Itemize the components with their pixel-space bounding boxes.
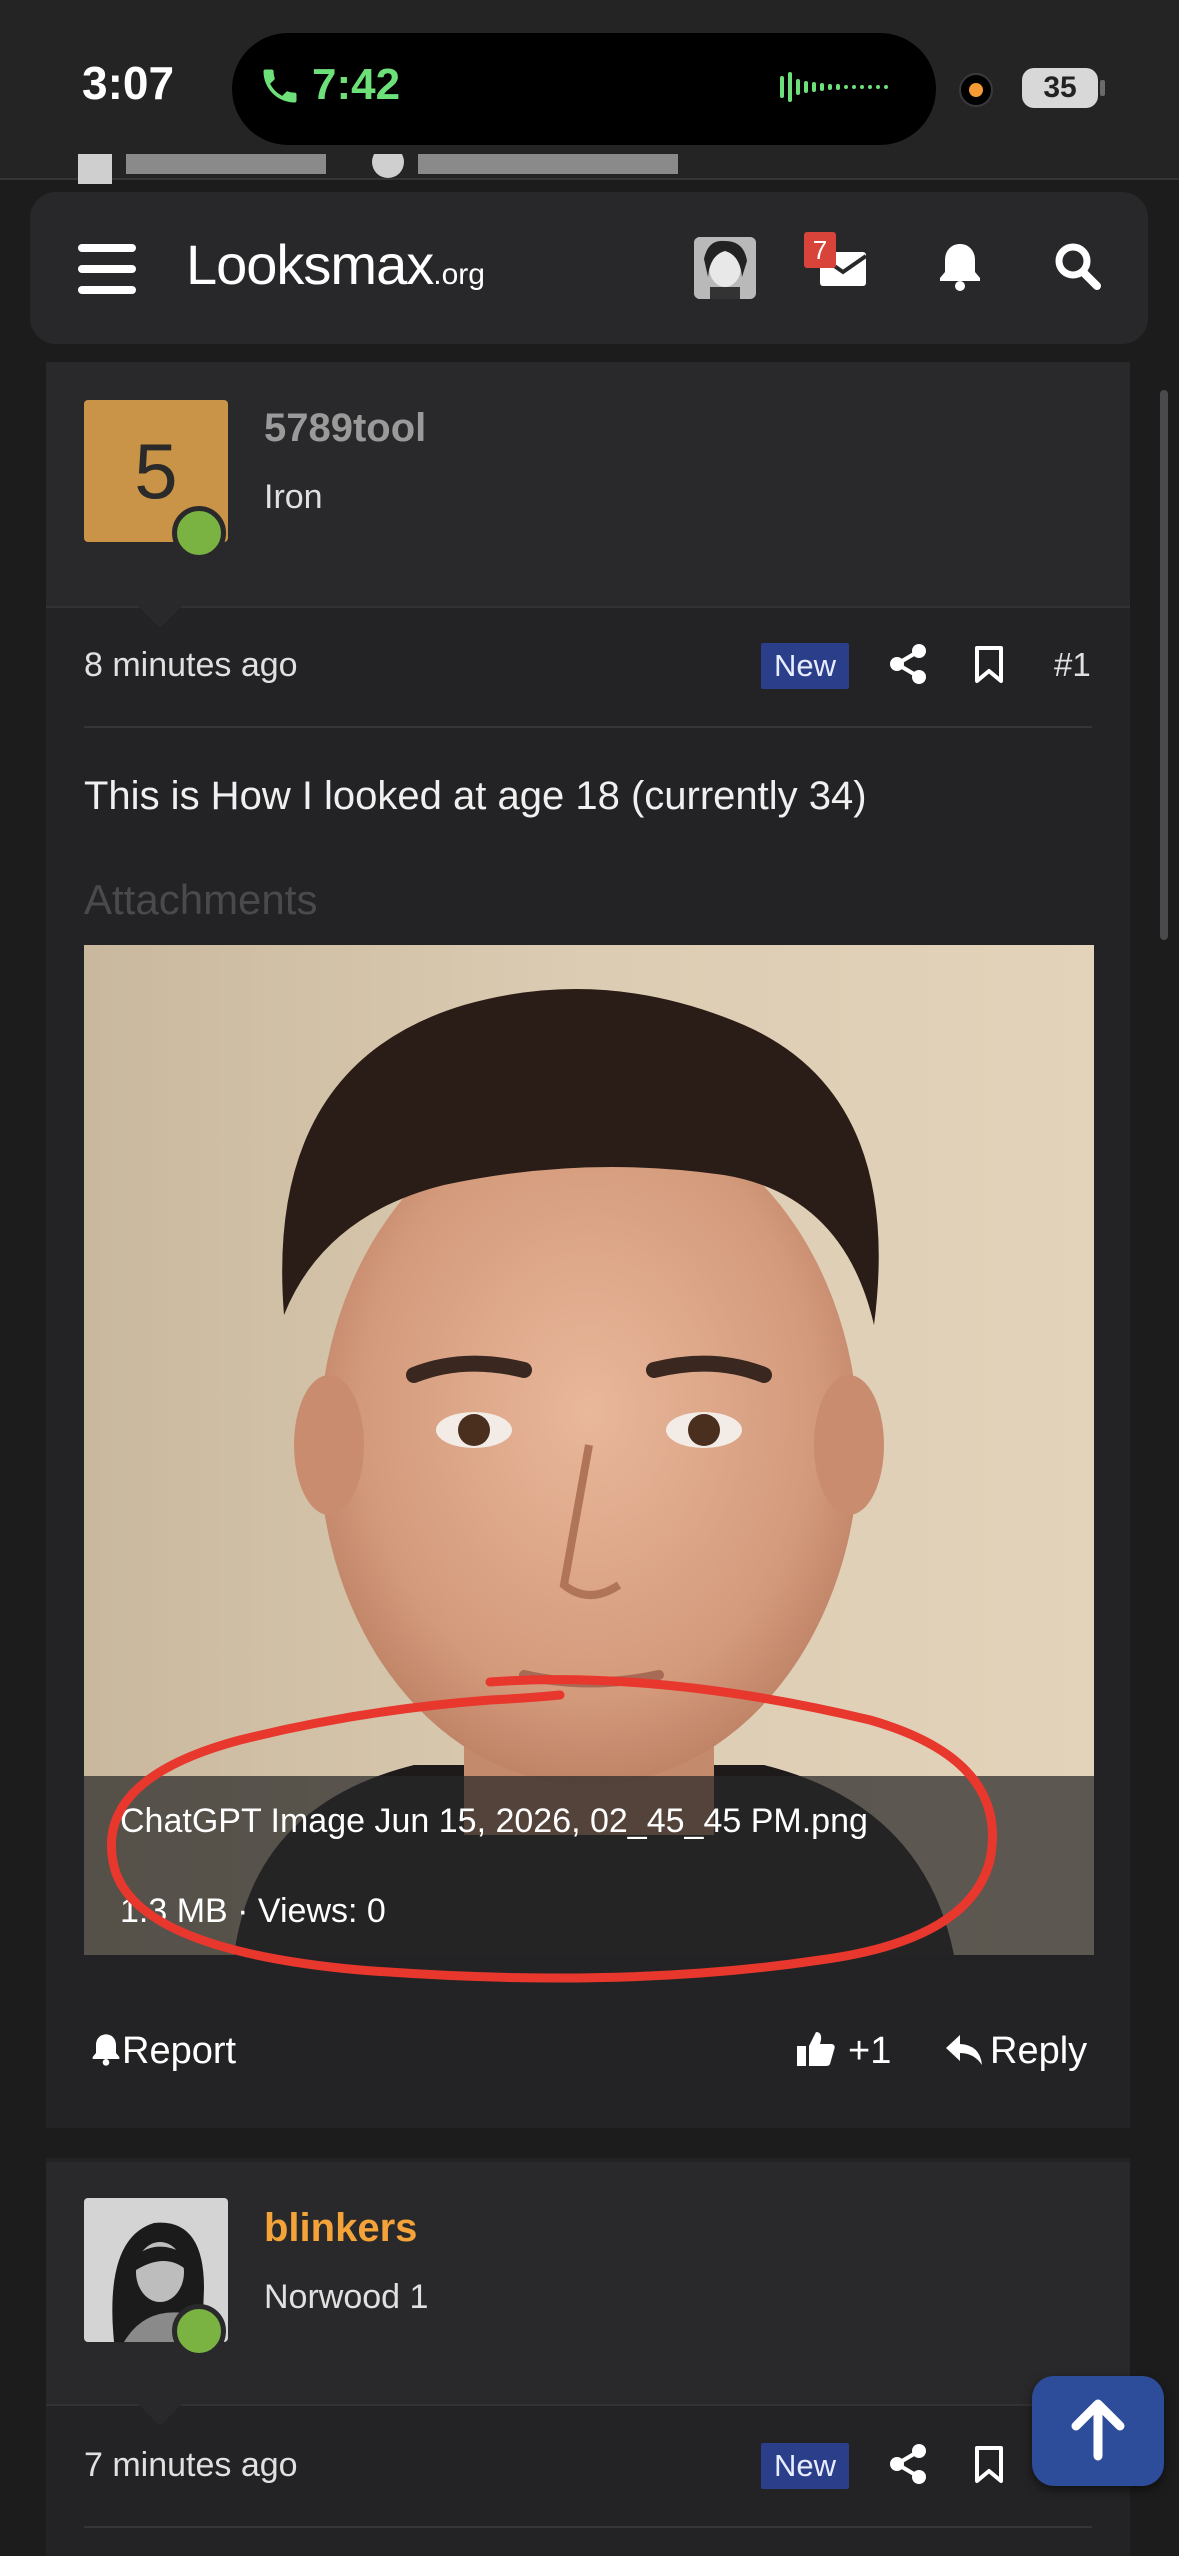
red-annotation-circle xyxy=(106,1675,997,1983)
post-time[interactable]: 7 minutes ago xyxy=(84,2446,298,2485)
site-logo[interactable]: Looksmax.org xyxy=(186,232,485,297)
share-icon[interactable] xyxy=(888,2443,928,2485)
menu-icon[interactable] xyxy=(78,244,136,294)
new-badge: New xyxy=(761,643,849,689)
status-clock: 3:07 xyxy=(82,57,175,109)
header-pointer xyxy=(138,2404,182,2426)
scrollbar[interactable] xyxy=(1160,390,1168,940)
share-icon[interactable] xyxy=(888,643,928,685)
bookmark-icon[interactable] xyxy=(974,2446,1004,2484)
divider xyxy=(84,2526,1092,2528)
username[interactable]: 5789tool xyxy=(264,406,426,451)
phone-icon xyxy=(263,69,297,103)
recording-indicator xyxy=(959,73,993,107)
scroll-to-top-button[interactable] xyxy=(1032,2376,1164,2486)
battery-tip xyxy=(1100,80,1105,96)
new-badge: New xyxy=(761,2443,849,2489)
user-title: Iron xyxy=(264,478,323,516)
reply-button[interactable]: Reply xyxy=(944,2030,1087,2073)
user-title: Norwood 1 xyxy=(264,2278,429,2316)
audio-waveform-icon xyxy=(780,72,888,102)
reply-label: Reply xyxy=(990,2030,1088,2072)
scrolled-content-remnant xyxy=(78,154,678,184)
post-number[interactable]: #1 xyxy=(1054,646,1091,684)
bell-icon xyxy=(92,2034,120,2066)
reply-icon xyxy=(946,2035,982,2065)
header-pointer xyxy=(138,606,182,628)
like-count: +1 xyxy=(848,2030,892,2072)
logo-suffix: .org xyxy=(433,258,485,291)
battery-indicator: 35 xyxy=(1022,68,1098,108)
online-indicator xyxy=(172,2304,226,2358)
logo-main: Looksmax xyxy=(186,233,434,296)
bookmark-icon[interactable] xyxy=(974,646,1004,684)
search-icon[interactable] xyxy=(1052,240,1102,292)
bell-icon[interactable] xyxy=(936,240,984,292)
online-indicator xyxy=(172,506,226,560)
post-body: This is How I looked at age 18 (currentl… xyxy=(84,774,867,818)
divider xyxy=(84,726,1092,728)
like-button[interactable]: +1 xyxy=(796,2030,891,2073)
attachments-heading: Attachments xyxy=(84,876,318,923)
arrow-up-icon xyxy=(1071,2399,1125,2461)
post-time[interactable]: 8 minutes ago xyxy=(84,646,298,685)
account-avatar[interactable] xyxy=(694,237,756,299)
thumbs-up-icon xyxy=(797,2032,835,2066)
username[interactable]: blinkers xyxy=(264,2206,417,2251)
report-label: Report xyxy=(122,2030,237,2072)
report-button[interactable]: Report xyxy=(90,2030,236,2073)
call-timer: 7:42 xyxy=(312,60,401,109)
inbox-count-badge: 7 xyxy=(804,232,836,268)
